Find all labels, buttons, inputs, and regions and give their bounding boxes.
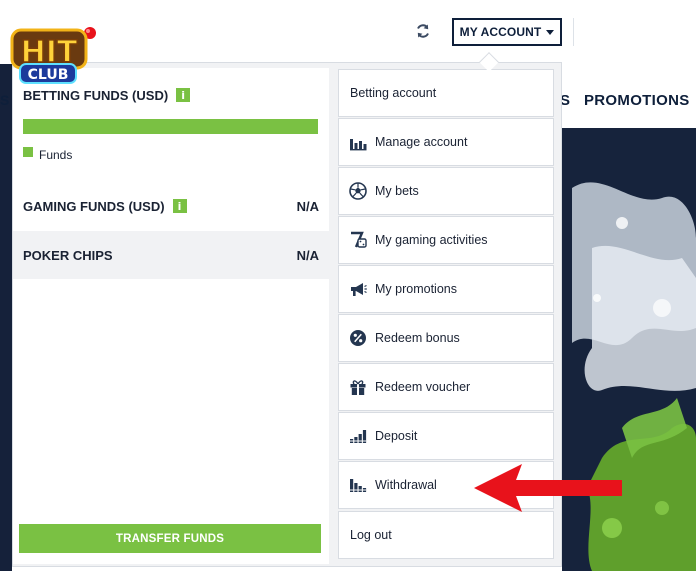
coin-stack-down-icon	[350, 479, 367, 492]
info-icon[interactable]: i	[176, 88, 191, 102]
menu-item-label: Betting account	[350, 86, 437, 100]
menu-item-label: My promotions	[375, 282, 457, 296]
poker-chips-value: N/A	[296, 247, 319, 263]
gaming-funds-value: N/A	[296, 198, 319, 214]
funds-panel: BETTING FUNDS (USD) i Funds GAMING FUNDS…	[13, 68, 329, 564]
info-icon[interactable]: i	[172, 199, 187, 213]
menu-item-label: Redeem voucher	[375, 380, 471, 394]
menu-item-deposit[interactable]: Deposit	[338, 412, 554, 460]
menu-item-label: Deposit	[375, 429, 418, 443]
menu-item-redeem-voucher[interactable]: Redeem voucher	[338, 363, 554, 411]
soccer-ball-icon	[349, 182, 367, 200]
percent-badge-icon	[350, 330, 366, 346]
gaming-funds-label: GAMING FUNDS (USD)	[23, 198, 165, 214]
red-arrow-annotation	[474, 464, 622, 512]
poker-chips-title: POKER CHIPS	[23, 247, 113, 263]
gift-icon	[350, 380, 366, 395]
logo-text-club: CLUB	[28, 67, 69, 83]
menu-item-redeem-bonus[interactable]: Redeem bonus	[338, 314, 554, 362]
menu-item-label: Manage account	[375, 135, 468, 149]
gaming-funds-row: GAMING FUNDS (USD) i N/A	[13, 182, 329, 230]
menu-item-label: My gaming activities	[375, 233, 488, 247]
coin-stack-up-icon	[350, 430, 367, 443]
caret-down-icon	[546, 29, 555, 35]
menu-item-label: Log out	[350, 528, 392, 542]
gaming-funds-title: GAMING FUNDS (USD) i	[23, 199, 187, 214]
hitclub-logo: HIT CLUB	[10, 27, 96, 84]
my-account-button[interactable]: MY ACCOUNT	[452, 18, 562, 46]
bars-chart-icon	[350, 139, 367, 151]
legend-swatch	[23, 147, 33, 157]
page-background-left	[0, 64, 12, 571]
menu-item-my-promotions[interactable]: My promotions	[338, 265, 554, 313]
refresh-icon[interactable]	[414, 22, 432, 40]
menu-item-label: Withdrawal	[375, 478, 437, 492]
betting-funds-bar	[23, 119, 318, 134]
seven-dice-icon	[351, 231, 367, 248]
top-bar: MY ACCOUNT	[0, 0, 696, 64]
nav-cut-text: S	[0, 92, 10, 108]
menu-item-my-gaming-activities[interactable]: My gaming activities	[338, 216, 554, 264]
transfer-funds-button[interactable]: TRANSFER FUNDS	[19, 524, 321, 553]
megaphone-icon	[351, 283, 367, 296]
funds-legend: Funds	[23, 147, 73, 162]
betting-funds-bar-fill	[23, 119, 318, 134]
menu-item-betting-account[interactable]: Betting account	[338, 69, 554, 117]
menu-item-label: My bets	[375, 184, 419, 198]
my-account-label: MY ACCOUNT	[459, 25, 542, 39]
menu-item-my-bets[interactable]: My bets	[338, 167, 554, 215]
legend-label: Funds	[39, 148, 73, 162]
menu-item-manage-account[interactable]: Manage account	[338, 118, 554, 166]
promotions-link[interactable]: PROMOTIONS	[584, 92, 690, 109]
header-divider	[573, 18, 574, 46]
menu-item-label: Redeem bonus	[375, 331, 460, 345]
menu-item-log-out[interactable]: Log out	[338, 511, 554, 559]
poker-chips-row: POKER CHIPS N/A	[13, 231, 329, 279]
